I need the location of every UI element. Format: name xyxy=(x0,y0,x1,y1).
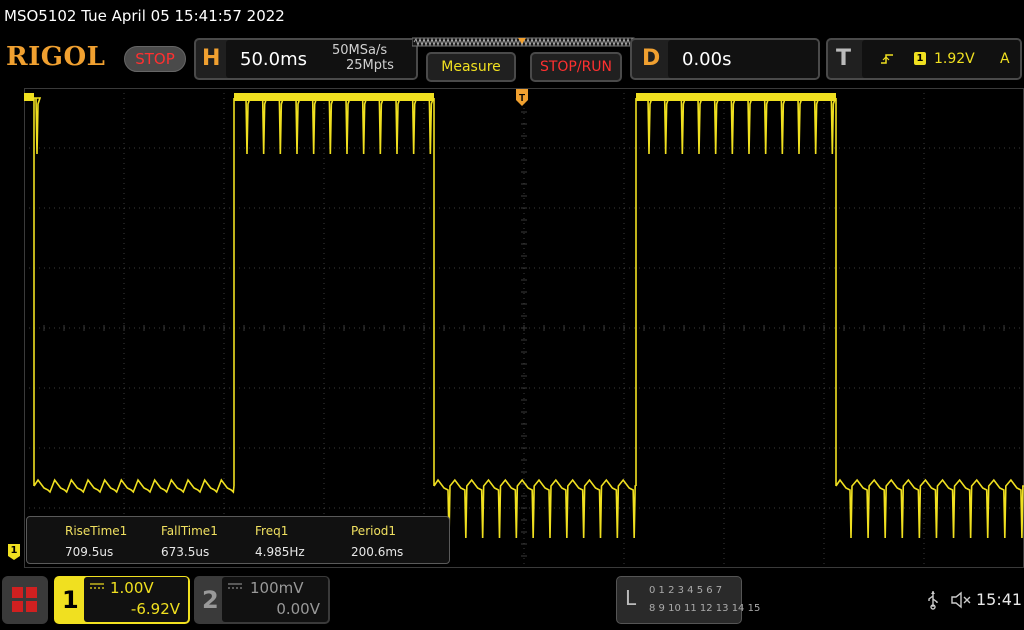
speaker-muted-icon[interactable] xyxy=(950,590,972,610)
waveform-display[interactable]: T xyxy=(24,88,1024,568)
device-title: MSO5102 Tue April 05 15:41:57 2022 xyxy=(4,7,285,25)
delay-value: 0.00s xyxy=(682,49,732,70)
ch1-high-level-band xyxy=(234,93,434,101)
horizontal-letter: H xyxy=(202,46,221,71)
trigger-source-badge: 1 xyxy=(914,52,926,65)
trigger-panel[interactable]: T 1 1.92V A xyxy=(826,38,1022,80)
logic-analyzer-panel[interactable]: L 0 1 2 3 4 5 6 7 8 9 10 11 12 13 14 15 xyxy=(616,576,760,624)
ch2-scale: 100mV xyxy=(250,579,304,597)
sample-rate: 50MSa/s xyxy=(332,43,388,58)
memory-position-bar xyxy=(412,37,635,47)
timebase-value: 50.0ms xyxy=(240,49,307,70)
delay-letter: D xyxy=(642,46,661,71)
trigger-letter: T xyxy=(836,46,852,71)
title-bar: MSO5102 Tue April 05 15:41:57 2022 xyxy=(0,0,1024,32)
grid-menu-icon xyxy=(12,587,37,612)
freq-label: Freq1 xyxy=(255,524,289,538)
ch1-high-level-band xyxy=(24,93,34,101)
ch1-high-level-band xyxy=(636,93,836,101)
stop-run-label: STOP/RUN xyxy=(539,59,613,75)
logic-analyzer-letter: L xyxy=(625,586,637,610)
measure-button-label: Measure xyxy=(441,59,501,75)
fall-time-value: 673.5us xyxy=(161,545,210,559)
run-state-indicator[interactable]: STOP xyxy=(124,46,186,72)
period-value: 200.6ms xyxy=(351,545,404,559)
ch1-offset: -6.92V xyxy=(130,600,180,618)
measurement-panel: RiseTime1 709.5us FallTime1 673.5us Freq… xyxy=(26,516,450,564)
ch1-scale: 1.00V xyxy=(110,579,154,597)
dc-coupling-icon xyxy=(90,583,104,589)
rising-edge-icon xyxy=(881,54,893,64)
delay-panel[interactable]: D 0.00s xyxy=(630,38,820,80)
ch2-settings: 100mV 0.00V xyxy=(222,577,328,622)
trigger-mode: A xyxy=(1000,51,1010,67)
period-label: Period1 xyxy=(351,524,397,538)
dc-coupling-icon xyxy=(228,583,242,589)
measure-button[interactable]: Measure xyxy=(426,52,516,82)
ch1-offset-marker[interactable]: 1 xyxy=(8,544,20,560)
rise-time-label: RiseTime1 xyxy=(65,524,128,538)
stop-run-button[interactable]: STOP/RUN xyxy=(530,52,622,82)
trigger-marker-label: T xyxy=(519,93,525,104)
la-channels-row2: 8 9 10 11 12 13 14 15 xyxy=(649,603,761,614)
ch2-number: 2 xyxy=(202,586,219,614)
rise-time-value: 709.5us xyxy=(65,545,114,559)
freq-value: 4.985Hz xyxy=(255,545,305,559)
horizontal-panel[interactable]: H 50.0ms 50MSa/s 25Mpts xyxy=(194,38,418,80)
usb-icon xyxy=(928,591,938,610)
memory-depth: 25Mpts xyxy=(346,58,394,73)
fall-time-label: FallTime1 xyxy=(161,524,218,538)
ch2-offset: 0.00V xyxy=(276,600,320,618)
la-channels-row1: 0 1 2 3 4 5 6 7 xyxy=(649,585,723,596)
clock: 15:41 xyxy=(976,590,1023,609)
graticule xyxy=(24,88,1024,568)
trigger-level: 1.92V xyxy=(934,51,975,67)
brand-logo: RIGOL xyxy=(6,42,106,72)
ch1-number: 1 xyxy=(62,586,79,614)
menu-button[interactable] xyxy=(2,576,48,624)
ch1-settings: 1.00V -6.92V xyxy=(84,577,188,622)
